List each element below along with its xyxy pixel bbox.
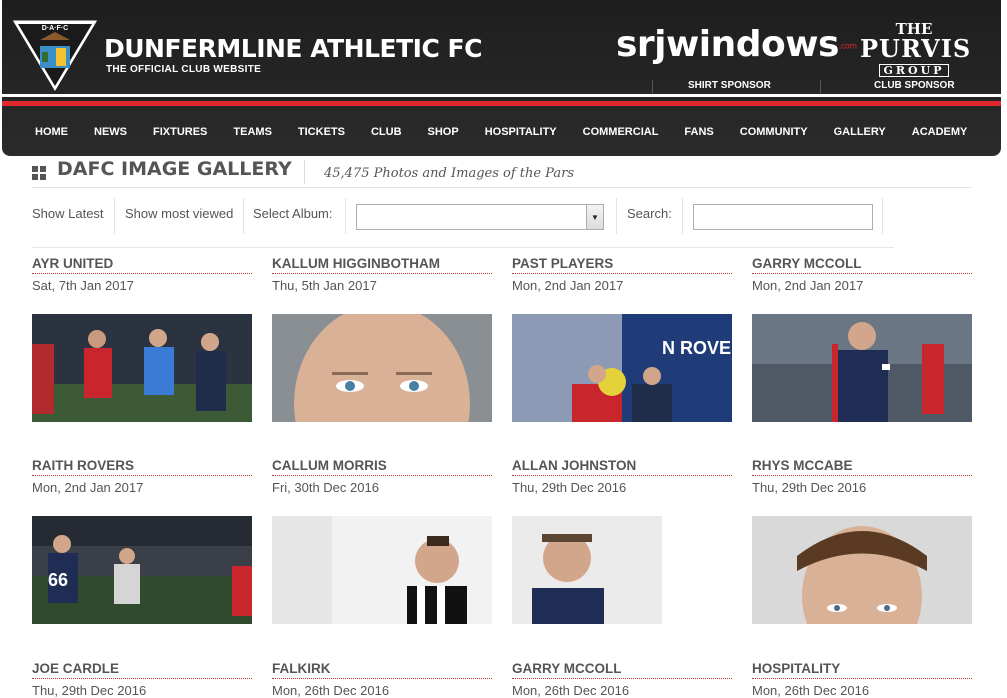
divider bbox=[882, 198, 883, 234]
divider bbox=[32, 247, 894, 248]
album-title[interactable]: PAST PLAYERS bbox=[512, 255, 732, 274]
svg-text:N ROVE: N ROVE bbox=[662, 338, 731, 358]
album-thumbnail[interactable] bbox=[272, 516, 492, 624]
album-select-value bbox=[357, 210, 365, 218]
divider bbox=[32, 187, 972, 188]
search-input[interactable] bbox=[693, 204, 873, 230]
nav-item-hospitality[interactable]: HOSPITALITY bbox=[485, 126, 557, 138]
album-date: Thu, 29th Dec 2016 bbox=[32, 683, 147, 698]
album-title[interactable]: KALLUM HIGGINBOTHAM bbox=[272, 255, 492, 274]
club-sponsor-logo[interactable]: THE PURVIS GROUP bbox=[860, 22, 972, 77]
album-card[interactable]: FALKIRK Mon, 26th Dec 2016 bbox=[272, 660, 492, 698]
album-thumbnail[interactable] bbox=[32, 314, 252, 422]
nav-item-club[interactable]: CLUB bbox=[371, 126, 402, 138]
album-title[interactable]: ALLAN JOHNSTON bbox=[512, 457, 732, 476]
shirt-sponsor-suffix: .com bbox=[838, 41, 857, 51]
site-header: D·A·F·C DUNFERMLINE ATHLETIC FC THE OFFI… bbox=[2, 0, 1001, 156]
album-thumbnail[interactable]: 66 bbox=[32, 516, 252, 624]
nav-item-gallery[interactable]: GALLERY bbox=[834, 126, 886, 138]
album-card[interactable]: JOE CARDLE Thu, 29th Dec 2016 bbox=[32, 660, 252, 698]
album-date: Sat, 7th Jan 2017 bbox=[32, 278, 134, 293]
crest-text: D·A·F·C bbox=[42, 25, 68, 32]
album-title[interactable]: GARRY MCCOLL bbox=[512, 660, 732, 679]
search-label: Search: bbox=[627, 206, 672, 221]
album-card[interactable]: HOSPITALITY Mon, 26th Dec 2016 bbox=[752, 660, 972, 698]
album-thumbnail[interactable] bbox=[512, 516, 732, 624]
album-date: Mon, 26th Dec 2016 bbox=[272, 683, 390, 698]
nav-item-academy[interactable]: ACADEMY bbox=[912, 126, 968, 138]
shirt-sponsor-label: SHIRT SPONSOR bbox=[688, 80, 771, 91]
album-title[interactable]: RHYS MCCABE bbox=[752, 457, 972, 476]
club-sponsor-line2: PURVIS bbox=[860, 34, 972, 63]
brand-name[interactable]: DUNFERMLINE ATHLETIC FC bbox=[104, 34, 482, 63]
club-sponsor-label: CLUB SPONSOR bbox=[874, 80, 955, 91]
album-date: Mon, 26th Dec 2016 bbox=[752, 683, 870, 698]
album-title[interactable]: JOE CARDLE bbox=[32, 660, 252, 679]
club-crest-logo[interactable]: D·A·F·C bbox=[10, 18, 100, 94]
divider bbox=[304, 160, 305, 184]
album-card[interactable]: RAITH ROVERS Mon, 2nd Jan 2017 bbox=[32, 457, 252, 495]
page-title: DAFC IMAGE GALLERY bbox=[57, 158, 292, 180]
grid-icon bbox=[32, 166, 47, 181]
svg-text:66: 66 bbox=[48, 570, 68, 590]
album-select[interactable]: ▼ bbox=[356, 204, 604, 230]
album-date: Mon, 2nd Jan 2017 bbox=[32, 480, 144, 495]
shirt-sponsor-logo[interactable]: srjwindows.com bbox=[616, 24, 857, 65]
album-card[interactable]: PAST PLAYERS Mon, 2nd Jan 2017 bbox=[512, 255, 732, 293]
nav-item-news[interactable]: NEWS bbox=[94, 126, 127, 138]
album-card[interactable]: RHYS MCCABE Thu, 29th Dec 2016 bbox=[752, 457, 972, 495]
album-date: Thu, 29th Dec 2016 bbox=[512, 480, 627, 495]
nav-item-fixtures[interactable]: FIXTURES bbox=[153, 126, 207, 138]
album-card[interactable]: GARRY MCCOLL Mon, 2nd Jan 2017 bbox=[752, 255, 972, 293]
album-title[interactable]: FALKIRK bbox=[272, 660, 492, 679]
brand-tagline: THE OFFICIAL CLUB WEBSITE bbox=[106, 64, 262, 75]
main-nav: HOME NEWS FIXTURES TEAMS TICKETS CLUB SHOP HOSP… bbox=[2, 108, 1001, 156]
album-card[interactable]: CALLUM MORRIS Fri, 30th Dec 2016 bbox=[272, 457, 492, 495]
show-latest-link[interactable]: Show Latest bbox=[32, 206, 104, 221]
album-thumbnail[interactable] bbox=[272, 314, 492, 422]
show-most-viewed-link[interactable]: Show most viewed bbox=[125, 206, 233, 221]
nav-item-tickets[interactable]: TICKETS bbox=[298, 126, 345, 138]
album-title[interactable]: CALLUM MORRIS bbox=[272, 457, 492, 476]
album-thumbnail[interactable] bbox=[752, 314, 972, 422]
album-title[interactable]: HOSPITALITY bbox=[752, 660, 972, 679]
album-card[interactable]: KALLUM HIGGINBOTHAM Thu, 5th Jan 2017 bbox=[272, 255, 492, 293]
album-date: Thu, 5th Jan 2017 bbox=[272, 278, 377, 293]
nav-item-fans[interactable]: FANS bbox=[684, 126, 713, 138]
album-title[interactable]: AYR UNITED bbox=[32, 255, 252, 274]
shirt-sponsor-name: srjwindows bbox=[616, 24, 839, 65]
album-date: Thu, 29th Dec 2016 bbox=[752, 480, 867, 495]
album-card[interactable]: ALLAN JOHNSTON Thu, 29th Dec 2016 bbox=[512, 457, 732, 495]
nav-item-teams[interactable]: TEAMS bbox=[233, 126, 272, 138]
divider bbox=[345, 198, 346, 234]
album-date: Mon, 26th Dec 2016 bbox=[512, 683, 630, 698]
album-date: Fri, 30th Dec 2016 bbox=[272, 480, 379, 495]
divider bbox=[243, 198, 244, 234]
nav-item-home[interactable]: HOME bbox=[35, 126, 68, 138]
album-card[interactable]: AYR UNITED Sat, 7th Jan 2017 bbox=[32, 255, 252, 293]
select-album-label: Select Album: bbox=[253, 206, 333, 221]
album-thumbnail[interactable]: N ROVE bbox=[512, 314, 732, 422]
album-title[interactable]: GARRY MCCOLL bbox=[752, 255, 972, 274]
nav-item-commercial[interactable]: COMMERCIAL bbox=[583, 126, 659, 138]
divider bbox=[682, 198, 683, 234]
album-date: Mon, 2nd Jan 2017 bbox=[512, 278, 624, 293]
divider bbox=[820, 80, 821, 94]
divider bbox=[114, 198, 115, 234]
nav-item-community[interactable]: COMMUNITY bbox=[740, 126, 808, 138]
nav-item-shop[interactable]: SHOP bbox=[428, 126, 459, 138]
header-stripe-red bbox=[2, 101, 1001, 106]
album-card[interactable]: GARRY MCCOLL Mon, 26th Dec 2016 bbox=[512, 660, 732, 698]
album-date: Mon, 2nd Jan 2017 bbox=[752, 278, 864, 293]
album-title[interactable]: RAITH ROVERS bbox=[32, 457, 252, 476]
page-subtitle: 45,475 Photos and Images of the Pars bbox=[324, 166, 575, 181]
divider bbox=[652, 80, 653, 94]
chevron-down-icon[interactable]: ▼ bbox=[586, 205, 603, 229]
album-thumbnail[interactable] bbox=[752, 516, 972, 624]
divider bbox=[616, 198, 617, 234]
header-stripe-white bbox=[2, 94, 1001, 97]
club-sponsor-line3: GROUP bbox=[878, 64, 950, 77]
